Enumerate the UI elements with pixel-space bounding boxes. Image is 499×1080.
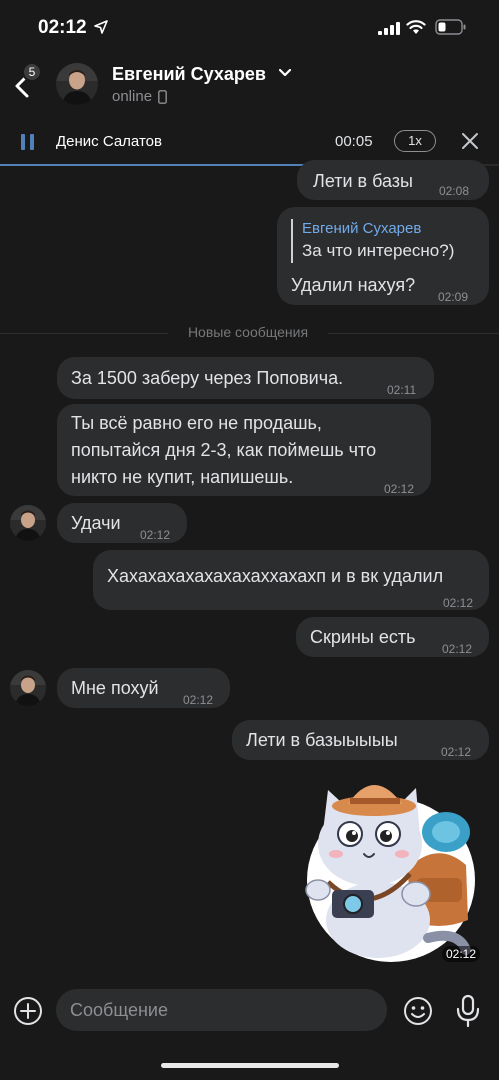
playback-time: 00:05 — [335, 133, 373, 150]
message-incoming[interactable]: Мне похуй 02:12 — [57, 668, 230, 708]
message-text: За 1500 заберу через Поповича. — [71, 368, 344, 388]
message-time: 02:12 — [442, 642, 473, 656]
message-text: Удалил нахуя? — [291, 275, 416, 295]
speed-button[interactable]: 1x — [394, 130, 436, 152]
message-time: 02:12 — [441, 745, 472, 759]
message-incoming[interactable]: Ты всё равно его не продашь, попытайся д… — [57, 404, 431, 496]
signal-icon — [378, 22, 400, 35]
chat-header: 5 Евгений Сухарев online — [0, 54, 499, 118]
close-icon[interactable] — [460, 131, 480, 151]
message-text: Скрины есть — [310, 627, 416, 647]
location-arrow-icon — [94, 20, 108, 34]
message-text: Хахахахахахахахаххахахп и в вк удалил — [107, 566, 444, 586]
message-time: 02:09 — [438, 290, 469, 304]
sticker-time: 02:12 — [442, 946, 481, 962]
message-text: Мне похуй — [71, 678, 159, 698]
pause-icon[interactable] — [20, 133, 36, 151]
phone-icon — [158, 90, 167, 104]
message-time: 02:12 — [443, 596, 474, 610]
smile-icon[interactable] — [403, 996, 433, 1026]
track-title[interactable]: Денис Салатов — [56, 133, 162, 150]
message-text-line: никто не купит, напишешь. — [71, 467, 294, 487]
message-time: 02:12 — [183, 693, 214, 707]
home-indicator — [161, 1063, 339, 1068]
contact-name[interactable]: Евгений Сухарев — [112, 64, 266, 85]
message-outgoing[interactable]: Хахахахахахахахаххахахп и в вк удалил 02… — [93, 550, 489, 610]
message-time: 02:12 — [140, 528, 171, 542]
message-input-placeholder: Сообщение — [70, 1000, 168, 1020]
message-outgoing[interactable]: Лети в базыыыыы 02:12 — [232, 720, 489, 760]
avatar[interactable] — [10, 670, 46, 706]
microphone-icon[interactable] — [455, 994, 481, 1028]
unread-badge: 5 — [22, 62, 42, 82]
message-text-line: Ты всё равно его не продашь, — [71, 413, 322, 433]
cat-explorer-sticker[interactable] — [298, 770, 484, 964]
message-text: Удачи — [71, 513, 121, 533]
reply-text: За что интересно?) — [302, 241, 455, 260]
message-outgoing[interactable]: Лети в базы 02:08 — [297, 160, 489, 200]
message-text: Лети в базыыыыы — [246, 730, 398, 750]
message-time: 02:08 — [439, 184, 470, 198]
avatar[interactable] — [10, 505, 46, 541]
battery-icon — [435, 19, 466, 35]
audio-player: Денис Салатов 00:05 1x — [0, 118, 499, 166]
message-time: 02:12 — [384, 482, 415, 496]
avatar[interactable] — [56, 63, 98, 105]
message-outgoing-reply[interactable]: Евгений Сухарев За что интересно?) Удали… — [277, 207, 489, 305]
message-outgoing[interactable]: Скрины есть 02:12 — [296, 617, 489, 657]
reply-bar — [291, 219, 293, 263]
status-bar: 02:12 — [0, 0, 499, 54]
message-incoming[interactable]: За 1500 заберу через Поповича. 02:11 — [57, 357, 434, 399]
wifi-icon — [406, 20, 426, 34]
message-input[interactable]: Сообщение — [56, 989, 387, 1031]
message-incoming[interactable]: Удачи 02:12 — [57, 503, 187, 543]
chevron-down-icon[interactable] — [278, 68, 292, 78]
status-time: 02:12 — [38, 17, 87, 38]
message-text: Лети в базы — [313, 171, 413, 191]
new-messages-divider: Новые сообщения — [168, 324, 328, 340]
contact-status: online — [112, 88, 153, 105]
plus-icon[interactable] — [13, 996, 43, 1026]
message-time: 02:11 — [387, 383, 417, 397]
message-text-line: попытайся дня 2-3, как поймешь что — [71, 440, 377, 460]
